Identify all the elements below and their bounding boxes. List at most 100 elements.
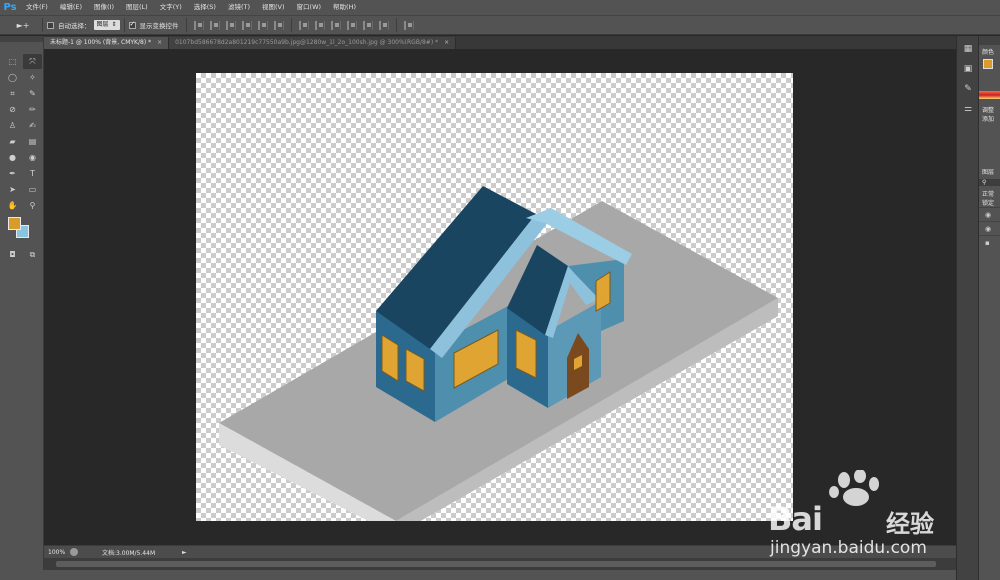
magic-wand-icon[interactable]: ✧ — [23, 70, 42, 85]
document-canvas[interactable] — [196, 73, 793, 521]
brush-tool-icon[interactable]: ✏ — [23, 102, 42, 117]
menu-select[interactable]: 选择(S) — [188, 0, 222, 15]
panel-dock-icons: ▦ ▣ ✎ ⚌ — [956, 36, 978, 580]
move-tool-icon[interactable]: ⤧ — [23, 54, 42, 69]
color-panel-tab[interactable]: 颜色 — [979, 47, 1000, 56]
chevron-down-icon: ⇕ — [111, 21, 117, 28]
auto-align-icon[interactable] — [403, 20, 414, 30]
marquee-tool-icon[interactable]: ⬚ — [3, 54, 22, 69]
zoom-field[interactable]: 100% — [44, 549, 70, 556]
clone-stamp-icon[interactable]: ♙ — [3, 118, 22, 133]
auto-select-value: 图层 — [96, 21, 109, 28]
status-menu-arrow[interactable]: ► — [182, 549, 187, 556]
menu-image[interactable]: 图像(I) — [88, 0, 120, 15]
panel-foreground-swatch[interactable] — [983, 59, 993, 69]
distribute-bottom-icon[interactable] — [330, 20, 341, 30]
gradient-tool-icon[interactable]: ▤ — [23, 134, 42, 149]
auto-select-checkbox[interactable] — [47, 21, 54, 29]
menu-layer[interactable]: 图层(L) — [120, 0, 154, 15]
color-swatches — [6, 217, 43, 245]
align-vcenter-icon[interactable] — [209, 20, 220, 30]
align-top-icon[interactable] — [193, 20, 204, 30]
options-bar: ►+ 自动选择： 图层 ⇕ 显示变换控件 — [0, 15, 1000, 35]
bottom-strip — [0, 570, 1000, 580]
layer-search-icon[interactable]: ⚲ — [979, 179, 1000, 186]
add-adjustment-label: 添加 — [982, 116, 995, 123]
menu-file[interactable]: 文件(F) — [20, 0, 54, 15]
menu-view[interactable]: 视图(V) — [256, 0, 291, 15]
align-left-icon[interactable] — [241, 20, 252, 30]
auto-select-dropdown[interactable]: 图层 ⇕ — [93, 20, 120, 30]
lock-label: 锁定 — [982, 200, 995, 207]
watermark-url: jingyan.baidu.com — [770, 538, 927, 558]
eyedropper-icon[interactable]: ✎ — [23, 86, 42, 101]
blend-mode-select[interactable]: 正常 — [979, 189, 1000, 198]
baidu-paw-icon — [829, 470, 879, 506]
divider — [395, 18, 397, 32]
align-bottom-icon[interactable] — [225, 20, 236, 30]
distribute-top-icon[interactable] — [298, 20, 309, 30]
move-tool-preset[interactable]: ►+ — [8, 17, 38, 33]
brush-panel-icon[interactable]: ✎ — [960, 82, 976, 96]
rectangle-tool-icon[interactable]: ▭ — [23, 182, 42, 197]
type-tool-icon[interactable]: T — [23, 166, 42, 181]
pen-tool-icon[interactable]: ✒ — [3, 166, 22, 181]
watermark-brand: Bai — [768, 500, 823, 538]
color-spectrum[interactable] — [979, 91, 1000, 99]
history-brush-icon[interactable]: ✍ — [23, 118, 42, 133]
distribute-hcenter-icon[interactable] — [362, 20, 373, 30]
tools-panel: ⬚ ⤧ ◯ ✧ ⌗ ✎ ⊘ ✏ ♙ ✍ ▰ ▤ ● ◉ ✒ T ➤ ▭ ✋ ⚲ … — [0, 36, 44, 580]
history-panel-icon[interactable]: ▦ — [960, 42, 976, 56]
align-hcenter-icon[interactable] — [257, 20, 268, 30]
lasso-tool-icon[interactable]: ◯ — [3, 70, 22, 85]
hand-tool-icon[interactable]: ✋ — [3, 198, 22, 213]
ps-logo: Ps — [3, 2, 17, 13]
tools-grid: ⬚ ⤧ ◯ ✧ ⌗ ✎ ⊘ ✏ ♙ ✍ ▰ ▤ ● ◉ ✒ T ➤ ▭ ✋ ⚲ — [0, 42, 43, 213]
layer-visibility-icon[interactable]: ◉ — [979, 221, 1000, 235]
menu-help[interactable]: 帮助(H) — [327, 0, 362, 15]
close-icon[interactable]: × — [444, 37, 449, 49]
properties-panel-icon[interactable]: ▣ — [960, 62, 976, 76]
mode-tools: ◘ ⧉ — [0, 245, 43, 262]
quick-mask-icon[interactable]: ◘ — [3, 247, 22, 262]
tab-label: 0107bd586678d2a801219c77550a9b.jpg@1280w… — [175, 39, 439, 46]
share-icon[interactable] — [70, 548, 78, 556]
tab-jpg[interactable]: 0107bd586678d2a801219c77550a9b.jpg@1280w… — [169, 37, 457, 49]
divider — [42, 18, 43, 32]
menu-window[interactable]: 窗口(W) — [291, 0, 328, 15]
panel-header — [979, 36, 1000, 45]
eraser-tool-icon[interactable]: ▰ — [3, 134, 22, 149]
layers-panel-tab[interactable]: 图层 — [979, 167, 1000, 176]
foreground-color-swatch[interactable] — [8, 217, 21, 230]
healing-brush-icon[interactable]: ⊘ — [3, 102, 22, 117]
path-select-icon[interactable]: ➤ — [3, 182, 22, 197]
screen-mode-icon[interactable]: ⧉ — [23, 247, 42, 262]
align-right-icon[interactable] — [273, 20, 284, 30]
distribute-left-icon[interactable] — [346, 20, 357, 30]
layer-thumb[interactable]: ▪ — [979, 235, 1000, 249]
adjust-panel-tab[interactable]: 调整 — [979, 105, 1000, 114]
distribute-right-icon[interactable] — [378, 20, 389, 30]
show-transform-checkbox[interactable] — [128, 20, 136, 29]
adjust-panel-icon[interactable]: ⚌ — [960, 102, 976, 116]
divider — [290, 18, 292, 32]
divider — [185, 18, 187, 32]
watermark-brand-cn: 经验 — [886, 510, 934, 538]
layer-visibility-icon[interactable]: ◉ — [979, 207, 1000, 221]
tab-label: 未标题-1 @ 100% (背景, CMYK/8) * — [50, 39, 152, 46]
menu-filter[interactable]: 滤镜(T) — [222, 0, 256, 15]
tab-untitled[interactable]: 未标题-1 @ 100% (背景, CMYK/8) * × — [44, 37, 170, 49]
auto-select-label: 自动选择： — [58, 22, 91, 30]
photoshop-window: Ps 文件(F) 编辑(E) 图像(I) 图层(L) 文字(Y) 选择(S) 滤… — [0, 0, 1000, 580]
close-icon[interactable]: × — [157, 37, 162, 49]
crop-tool-icon[interactable]: ⌗ — [3, 86, 22, 101]
menu-type[interactable]: 文字(Y) — [154, 0, 188, 15]
blur-tool-icon[interactable]: ● — [3, 150, 22, 165]
dodge-tool-icon[interactable]: ◉ — [23, 150, 42, 165]
document-tabs: 未标题-1 @ 100% (背景, CMYK/8) * × 0107bd5866… — [44, 36, 956, 49]
baidu-watermark: Bai 经验 jingyan.baidu.com — [768, 470, 958, 565]
zoom-tool-icon[interactable]: ⚲ — [23, 198, 42, 213]
menu-edit[interactable]: 编辑(E) — [54, 0, 88, 15]
distribute-vcenter-icon[interactable] — [314, 20, 325, 30]
